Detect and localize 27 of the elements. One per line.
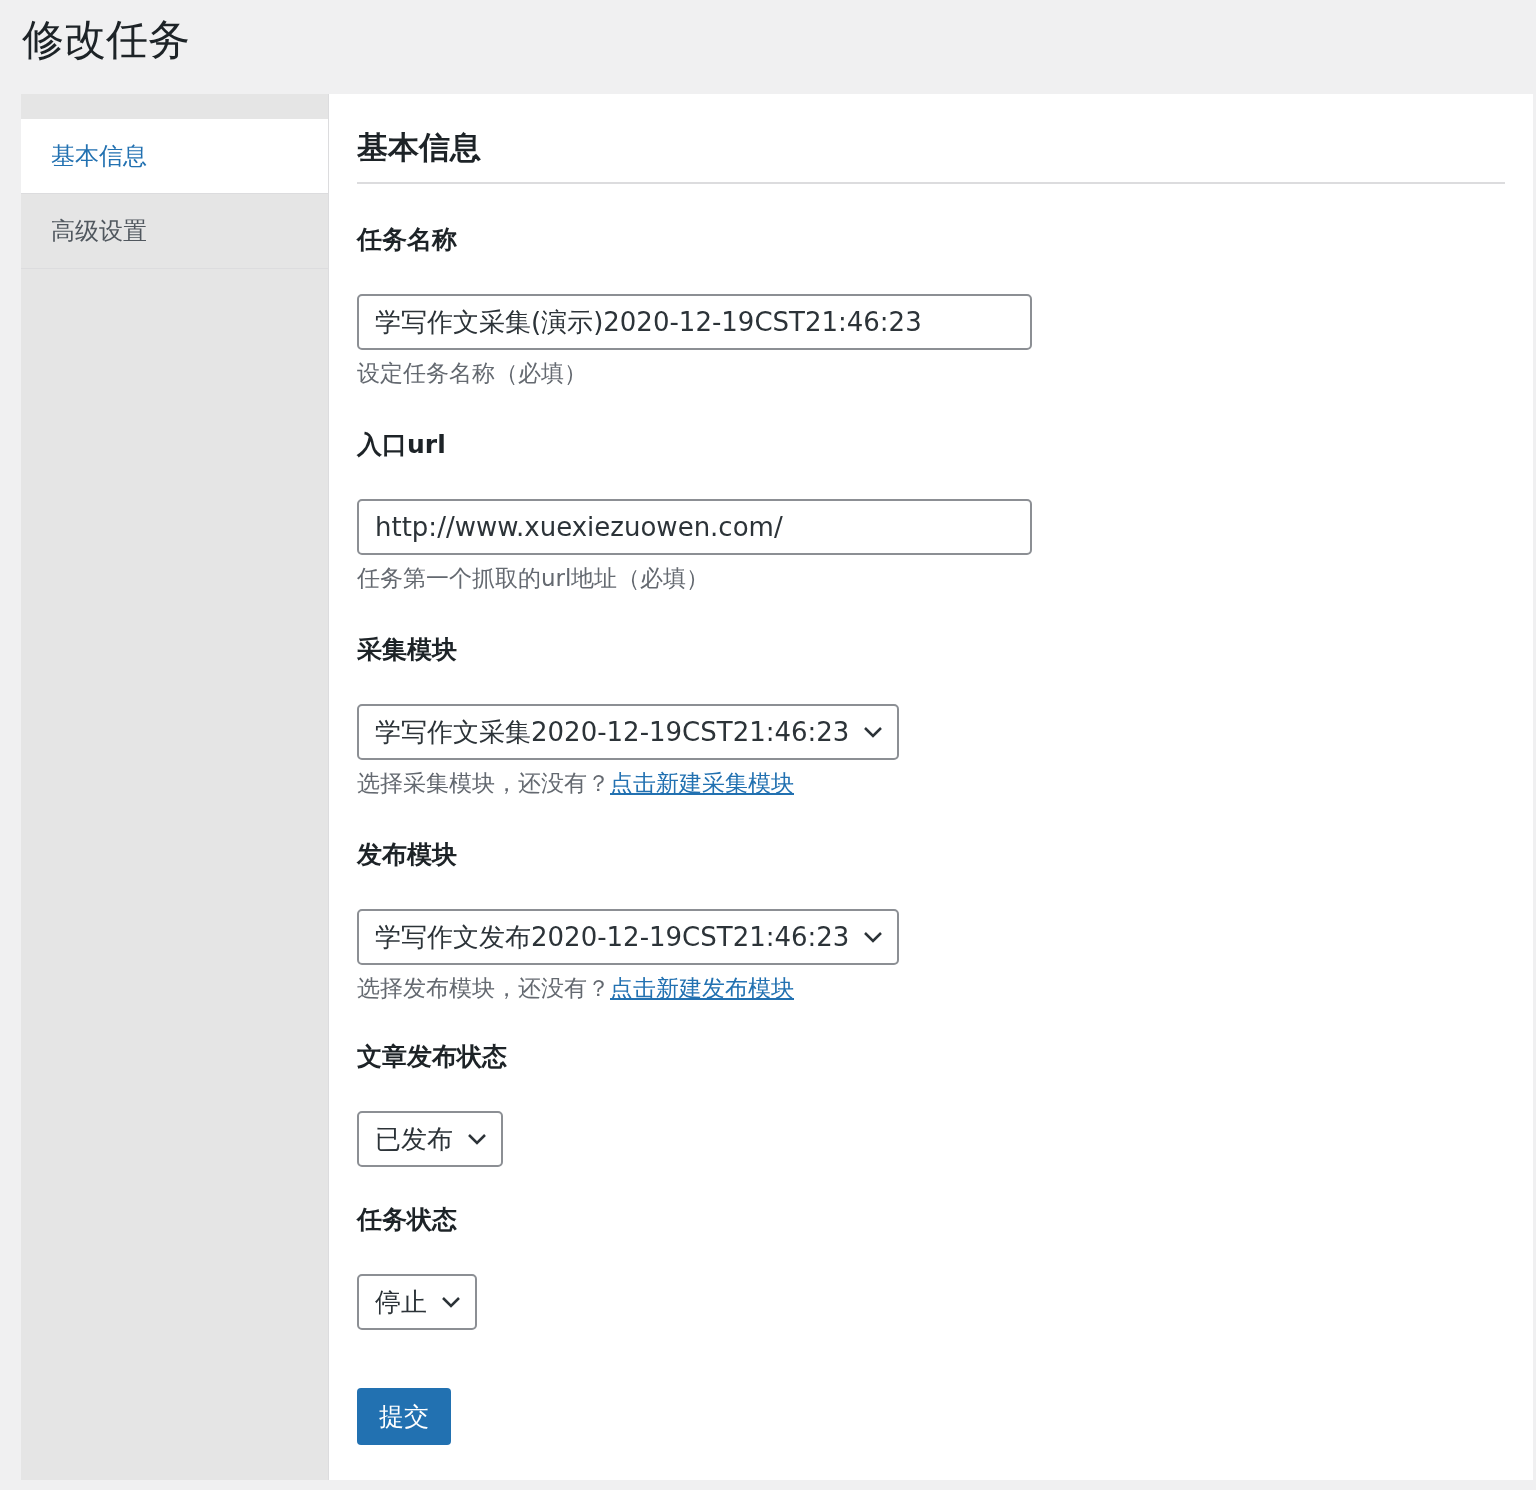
- create-link[interactable]: 点击新建采集模块: [610, 770, 794, 796]
- chevron-down-icon: [863, 726, 884, 738]
- sidebar-tab[interactable]: 高级设置: [21, 194, 328, 269]
- input-field[interactable]: 学写作文采集(演示)2020-12-19CST21:46:23: [357, 294, 1032, 350]
- chevron-down-icon: [863, 931, 884, 943]
- select-dropdown[interactable]: 已发布: [357, 1111, 503, 1167]
- field-label: 任务状态: [357, 1204, 458, 1236]
- submit-button[interactable]: 提交: [357, 1388, 451, 1445]
- sidebar-tab[interactable]: 基本信息: [21, 119, 328, 194]
- chevron-down-icon: [467, 1133, 487, 1145]
- create-link[interactable]: 点击新建发布模块: [610, 975, 794, 1001]
- field-label: 入口url: [357, 429, 447, 461]
- select-dropdown[interactable]: 停止: [357, 1274, 477, 1330]
- select-dropdown[interactable]: 学写作文采集2020-12-19CST21:46:23: [357, 704, 900, 760]
- field-label: 文章发布状态: [357, 1041, 508, 1073]
- field-hint: 任务第一个抓取的url地址（必填）: [357, 564, 711, 593]
- field-hint: 选择采集模块，还没有？点击新建采集模块: [357, 769, 795, 798]
- select-dropdown[interactable]: 学写作文发布2020-12-19CST21:46:23: [357, 909, 900, 965]
- field-label: 采集模块: [357, 634, 458, 666]
- field-hint: 设定任务名称（必填）: [357, 359, 588, 388]
- field-hint: 选择发布模块，还没有？点击新建发布模块: [357, 974, 795, 1003]
- page-title: 修改任务: [21, 14, 191, 66]
- field-label: 任务名称: [357, 224, 458, 256]
- input-field[interactable]: http://www.xuexiezuowen.com/: [357, 499, 1032, 555]
- chevron-down-icon: [441, 1296, 461, 1308]
- section-title: 基本信息: [357, 124, 1505, 184]
- field-label: 发布模块: [357, 839, 458, 871]
